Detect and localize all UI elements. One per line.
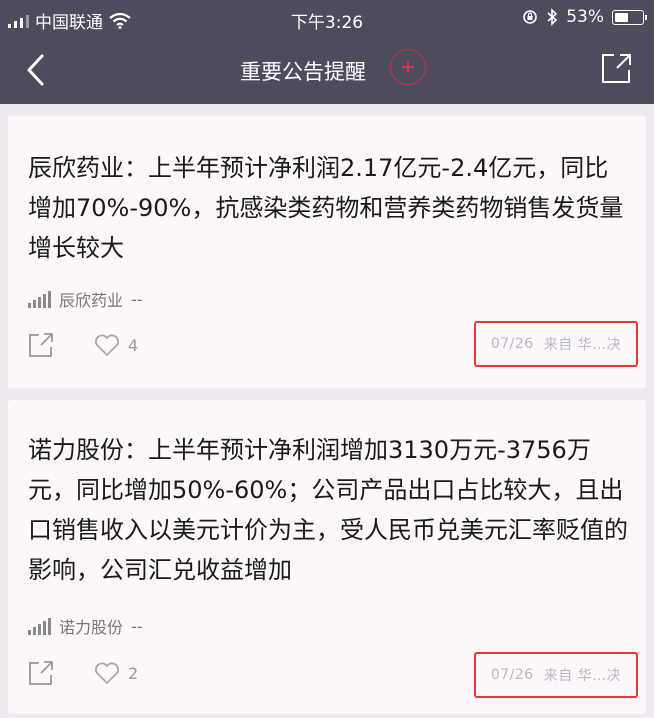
card-actions: 2 [28, 660, 138, 686]
like-count: 2 [128, 663, 139, 683]
battery-icon [612, 9, 647, 25]
bluetooth-icon [547, 8, 558, 26]
meta-info-box: 07/26 来自 华…决 [474, 321, 638, 367]
stock-chart-icon [28, 290, 51, 308]
stock-name: 辰欣药业 [59, 291, 124, 310]
source-label: 来自 华…决 [543, 668, 622, 684]
page-title: 重要公告提醒 [240, 60, 366, 84]
announcement-title[interactable]: 辰欣药业：上半年预计净利润2.17亿元-2.4亿元，同比增加70%-90%，抗感… [28, 148, 632, 268]
rotation-lock-icon [523, 10, 538, 24]
stock-chart-icon [28, 617, 51, 635]
announcement-card[interactable]: 辰欣药业：上半年预计净利润2.17亿元-2.4亿元，同比增加70%-90%，抗感… [8, 116, 646, 388]
publish-date: 07/26 [490, 667, 534, 683]
like-button[interactable]: 4 [94, 333, 138, 357]
share-icon[interactable] [28, 332, 54, 358]
status-bar: 中国联通 下午3:26 53% [0, 0, 654, 36]
stock-extra: -- [131, 289, 143, 309]
announcement-title[interactable]: 诺力股份：上半年预计净利润增加3130万元-3756万元，同比增加50%-60%… [28, 430, 632, 590]
source-label: 来自 华…决 [543, 337, 622, 353]
status-right: 53% [522, 7, 647, 27]
like-button[interactable]: 2 [94, 661, 138, 685]
share-icon[interactable] [600, 51, 632, 85]
card-actions: 4 [28, 332, 138, 358]
nav-bar: 重要公告提醒 [0, 36, 654, 104]
add-button[interactable] [390, 49, 426, 85]
stock-extra: -- [131, 616, 143, 636]
meta-info-box: 07/26 来自 华…决 [474, 652, 638, 698]
stock-name: 诺力股份 [59, 618, 124, 637]
heart-icon [95, 334, 119, 357]
stock-source[interactable]: 诺力股份 -- [28, 614, 143, 638]
publish-date: 07/26 [490, 336, 534, 352]
announcement-card[interactable]: 诺力股份：上半年预计净利润增加3130万元-3756万元，同比增加50%-60%… [8, 400, 646, 714]
like-count: 4 [128, 335, 139, 355]
heart-icon [95, 662, 119, 685]
share-icon[interactable] [28, 660, 54, 686]
stock-source[interactable]: 辰欣药业 -- [28, 287, 143, 311]
battery-percent: 53% [566, 7, 604, 27]
